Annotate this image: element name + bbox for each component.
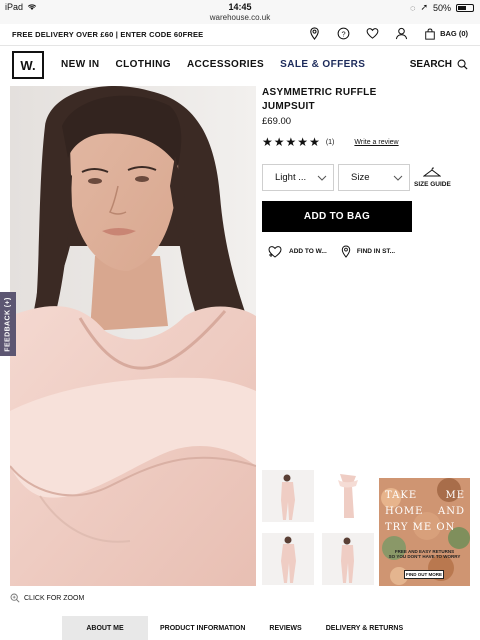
thumbnail-image — [338, 474, 358, 518]
product-thumbnail[interactable] — [262, 533, 314, 585]
nav-clothing[interactable]: CLOTHING — [116, 59, 171, 70]
promo-word: AND — [438, 506, 465, 517]
feedback-label: FEEDBACK (+) — [4, 296, 12, 352]
promo-headline: TAKE ME HOME AND TRY ME ON — [385, 488, 465, 536]
product-main-image[interactable] — [10, 86, 256, 586]
product-title-line1: ASYMMETRIC RUFFLE — [262, 87, 377, 98]
location-pin-icon — [341, 245, 351, 258]
warehouse-logo[interactable]: W. — [12, 51, 44, 79]
promo-text: FREE DELIVERY OVER £60 | ENTER CODE 60FR… — [12, 30, 204, 39]
thumbnail-image — [281, 474, 295, 520]
clock: 14:45 — [228, 2, 252, 12]
zoom-label: CLICK FOR ZOOM — [24, 594, 85, 602]
colour-select[interactable]: Light ... — [262, 164, 334, 191]
zoom-hint[interactable]: CLICK FOR ZOOM — [10, 593, 84, 603]
add-to-wishlist-label: ADD TO W... — [289, 248, 327, 255]
find-in-store-label: FIND IN ST... — [356, 248, 396, 255]
product-thumbnail[interactable] — [322, 470, 374, 522]
store-locator-icon[interactable] — [308, 27, 321, 40]
search-label: SEARCH — [409, 59, 452, 70]
nav-accessories[interactable]: ACCESSORIES — [187, 59, 264, 70]
promo-bar: FREE DELIVERY OVER £60 | ENTER CODE 60FR… — [0, 24, 480, 46]
star-icon: ★ — [309, 135, 320, 149]
promo-word: HOME — [385, 506, 424, 517]
heart-plus-icon — [268, 246, 282, 258]
star-rating: ★ ★ ★ ★ ★ — [262, 136, 320, 148]
bag-button[interactable]: BAG (0) — [424, 28, 468, 40]
add-to-wishlist-button[interactable]: ADD TO W... — [268, 245, 327, 258]
size-guide-button[interactable]: SIZE GUIDE — [414, 166, 451, 188]
nav-sale-offers[interactable]: SALE & OFFERS — [280, 59, 365, 70]
status-bar: iPad 14:45 warehouse.co.uk ◌ ➚ 50% — [0, 0, 480, 24]
returns-promo-banner[interactable]: TAKE ME HOME AND TRY ME ON FREE AND EASY R… — [379, 478, 470, 586]
lock-rotation-icon: ◌ — [410, 2, 416, 13]
hanger-icon — [423, 167, 442, 177]
help-icon[interactable]: ? — [337, 27, 350, 40]
thumbnail-image — [281, 536, 296, 583]
size-select[interactable]: Size — [338, 164, 410, 191]
promo-subtext-line: SO YOU DON'T HAVE TO WORRY — [388, 554, 461, 559]
tab-product-information[interactable]: PRODUCT INFORMATION — [148, 616, 257, 640]
tab-delivery-returns[interactable]: DELIVERY & RETURNS — [314, 616, 415, 640]
thumbnail-image — [341, 537, 354, 583]
star-icon: ★ — [273, 135, 285, 149]
zoom-icon — [10, 593, 20, 603]
product-thumbnail[interactable] — [322, 533, 374, 585]
promo-subtext: FREE AND EASY RETURNS SO YOU DON'T HAVE … — [383, 549, 466, 559]
write-review-link[interactable]: Write a review — [354, 139, 398, 146]
bag-icon — [425, 28, 435, 40]
product-tabs: ABOUT ME PRODUCT INFORMATION REVIEWS DEL… — [62, 616, 416, 640]
battery-percent: 50% — [432, 2, 451, 13]
bag-label: BAG (0) — [440, 29, 468, 38]
product-rating: ★ ★ ★ ★ ★ (1) Write a review — [262, 136, 399, 148]
chevron-down-icon — [317, 175, 327, 181]
product-title: ASYMMETRIC RUFFLE JUMPSUIT — [262, 86, 472, 114]
promo-word: TRY ME ON — [385, 522, 456, 533]
location-arrow-icon: ➚ — [420, 2, 428, 12]
star-icon: ★ — [285, 135, 297, 149]
find-out-more-button[interactable]: FIND OUT MORE — [404, 570, 444, 579]
product-thumbnail[interactable] — [262, 470, 314, 522]
star-icon: ★ — [262, 135, 273, 149]
model-photo — [10, 86, 256, 586]
size-guide-label: SIZE GUIDE — [414, 181, 451, 188]
review-count: (1) — [325, 138, 335, 146]
tab-reviews[interactable]: REVIEWS — [257, 616, 313, 640]
chevron-down-icon — [393, 175, 403, 181]
account-icon[interactable] — [395, 27, 408, 40]
colour-select-value: Light ... — [275, 172, 307, 183]
svg-text:?: ? — [342, 29, 346, 38]
star-icon: ★ — [297, 135, 309, 149]
battery-icon — [456, 3, 474, 12]
product-info: ASYMMETRIC RUFFLE JUMPSUIT £69.00 ★ ★ ★ ★ ★ … — [262, 86, 472, 258]
heart-icon[interactable] — [366, 27, 379, 40]
add-to-bag-button[interactable]: ADD TO BAG — [262, 201, 412, 232]
find-in-store-button[interactable]: FIND IN ST... — [341, 245, 395, 258]
size-select-value: Size — [351, 172, 370, 183]
search-button[interactable]: SEARCH — [410, 59, 468, 70]
feedback-tab[interactable]: FEEDBACK (+) — [0, 292, 16, 356]
promo-word: ME — [445, 490, 465, 501]
search-icon — [457, 59, 468, 70]
nav-new-in[interactable]: NEW IN — [61, 59, 100, 70]
address-bar[interactable]: warehouse.co.uk — [0, 13, 480, 22]
main-nav: W. NEW IN CLOTHING ACCESSORIES SALE & OF… — [0, 47, 480, 85]
tab-about-me[interactable]: ABOUT ME — [62, 616, 148, 640]
product-price: £69.00 — [262, 116, 292, 127]
promo-word: TAKE — [385, 490, 418, 501]
product-title-line2: JUMPSUIT — [262, 101, 315, 112]
